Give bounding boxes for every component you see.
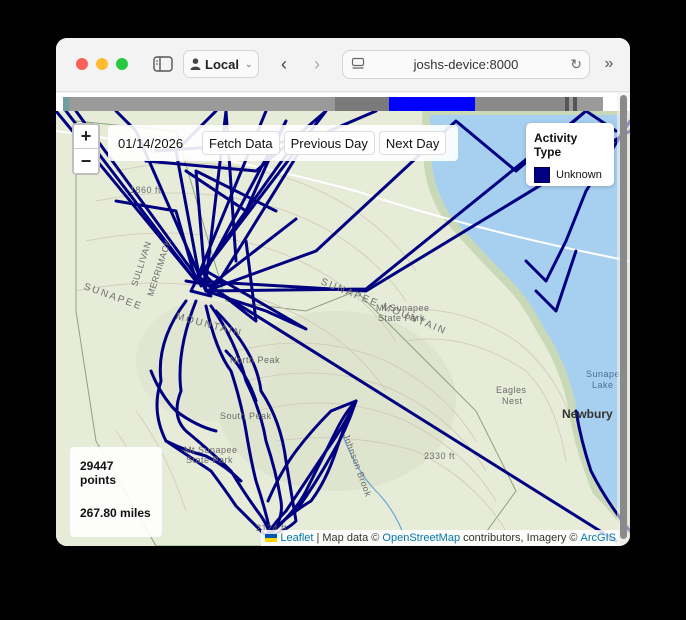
- timeline-bar[interactable]: [63, 97, 603, 111]
- ukraine-flag-icon: [265, 534, 278, 542]
- timeline-segment: [63, 97, 69, 111]
- legend-title: Activity Type: [534, 131, 578, 159]
- map-label-elev-2330: 2330 ft: [424, 451, 456, 461]
- openstreetmap-link[interactable]: OpenStreetMap: [382, 532, 460, 544]
- person-icon: [190, 58, 201, 70]
- zoom-out-button[interactable]: −: [74, 149, 98, 173]
- map-label-north-peak: North Peak: [230, 355, 281, 365]
- timeline-segment: [565, 97, 569, 111]
- fetch-data-button[interactable]: Fetch Data: [202, 131, 280, 155]
- previous-day-button[interactable]: Previous Day: [283, 131, 375, 155]
- attribution-text: | Map data ©: [316, 532, 380, 544]
- timeline-segment: [475, 97, 565, 111]
- legend-swatch: [534, 167, 550, 183]
- browser-window: Local ⌄ ‹ › joshs-device:8000 ↻ » SUNAPE…: [56, 38, 630, 546]
- date-input[interactable]: 01/14/2026: [114, 131, 198, 155]
- timeline-active-segment: [389, 97, 475, 111]
- points-count: 29447 points: [80, 459, 116, 487]
- legend: Activity Type Unknown: [526, 123, 614, 186]
- map-label-nest: Nest: [502, 396, 523, 406]
- address-bar[interactable]: joshs-device:8000 ↻: [342, 50, 590, 79]
- leaflet-link[interactable]: Leaflet: [280, 532, 313, 544]
- page-content: SUNAPEE MOUNTAIN SUNAPEE SULLIVAN MERRIM…: [56, 93, 630, 546]
- miles-total: 267.80 miles: [80, 506, 151, 520]
- back-button[interactable]: ‹: [269, 50, 299, 78]
- forward-button[interactable]: ›: [302, 50, 332, 78]
- map-label-eagles: Eagles: [496, 385, 527, 395]
- map-label-south-peak: South Peak: [220, 411, 272, 421]
- legend-item-label: Unknown: [556, 169, 602, 181]
- chevron-left-icon: ‹: [281, 53, 287, 74]
- map-label-lake: Lake: [592, 380, 614, 390]
- vertical-scrollbar[interactable]: [617, 93, 630, 546]
- map-label-newbury: Newbury: [562, 407, 613, 421]
- legend-item: Unknown: [534, 167, 606, 183]
- chevron-right-icon: ›: [314, 53, 320, 74]
- map-attribution: Leaflet | Map data © OpenStreetMap contr…: [261, 530, 620, 546]
- sidebar-icon: [153, 56, 173, 72]
- timeline-segment: [335, 97, 389, 111]
- reload-icon[interactable]: ↻: [570, 56, 582, 73]
- map-label-mt-sunapee-2: Mt Sunapee: [184, 445, 238, 455]
- browser-toolbar: Local ⌄ ‹ › joshs-device:8000 ↻ »: [56, 38, 630, 92]
- timeline-segment: [63, 97, 335, 111]
- sidebar-toggle-button[interactable]: [149, 51, 177, 77]
- arcgis-link[interactable]: ArcGIS: [581, 532, 616, 544]
- url-text: joshs-device:8000: [413, 57, 519, 72]
- double-chevron-right-icon: »: [604, 55, 614, 72]
- zoom-window-button[interactable]: [116, 58, 128, 70]
- minimize-window-button[interactable]: [96, 58, 108, 70]
- attribution-text: contributors, Imagery ©: [463, 532, 578, 544]
- profile-button[interactable]: Local ⌄: [183, 50, 259, 78]
- date-controls: 01/14/2026 Fetch Data Previous Day Next …: [108, 125, 458, 161]
- close-window-button[interactable]: [76, 58, 88, 70]
- more-tools-button[interactable]: »: [596, 50, 622, 78]
- map-label-state-park: State Park: [378, 313, 426, 323]
- chevron-down-icon: ⌄: [244, 58, 253, 69]
- scrollbar-thumb[interactable]: [620, 95, 627, 539]
- timeline-segment: [573, 97, 577, 111]
- map-label-mt-sunapee: Mt Sunapee: [376, 303, 430, 313]
- map[interactable]: SUNAPEE MOUNTAIN SUNAPEE SULLIVAN MERRIM…: [56, 111, 630, 546]
- map-label-elev-1860: 1860 ft: [130, 185, 162, 195]
- stats-panel: 29447 points 267.80 miles: [70, 447, 162, 537]
- zoom-control: + −: [72, 123, 100, 175]
- zoom-in-button[interactable]: +: [74, 125, 98, 149]
- next-day-button[interactable]: Next Day: [378, 131, 447, 155]
- profile-label: Local: [205, 56, 239, 72]
- map-label-state-park-2: State Park: [186, 455, 234, 465]
